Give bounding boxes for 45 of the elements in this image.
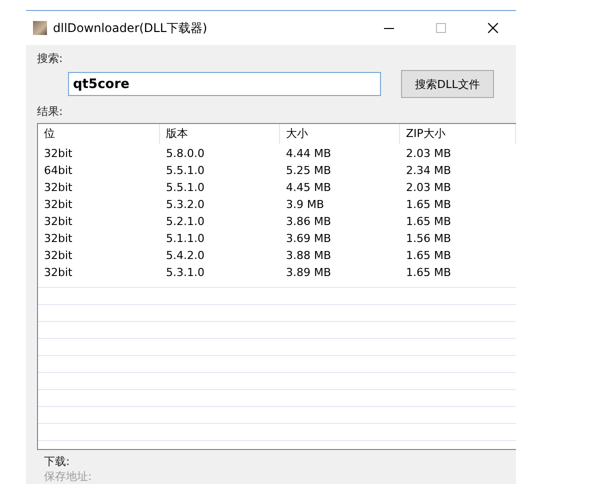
table-cell-text: 32bit: [43, 147, 74, 160]
table-cell-text: 5.3.1.0: [165, 266, 206, 279]
search-label: 搜索:: [37, 51, 64, 66]
search-field[interactable]: qt5core: [68, 72, 381, 96]
table-cell-text: 3.89 MB: [285, 266, 332, 279]
table-cell-text: 2.03 MB: [405, 181, 452, 194]
app-icon: [33, 21, 47, 35]
table-cell-text: 5.3.2.0: [165, 198, 206, 211]
table-cell-text: 5.2.1.0: [165, 215, 206, 228]
table-cell-text: 32bit: [43, 266, 74, 279]
column-header[interactable]: 大小: [280, 124, 400, 144]
column-header[interactable]: 位: [38, 124, 160, 144]
table-cell-text: 64bit: [43, 164, 74, 177]
table-cell-text: 3.88 MB: [285, 249, 332, 262]
table-cell-text: 5.5.1.0: [165, 181, 206, 194]
table-cell-text: 1.65 MB: [405, 198, 452, 211]
table-cell-text: 5.25 MB: [285, 164, 332, 177]
table-cell-text: 1.65 MB: [405, 249, 452, 262]
table-cell-text: 32bit: [43, 232, 74, 245]
column-header[interactable]: 版本: [160, 124, 280, 144]
window-title: dllDownloader(DLL下载器): [53, 20, 208, 36]
close-icon[interactable]: [488, 23, 498, 33]
table-cell-text: 3.86 MB: [285, 215, 332, 228]
table-cell-text: 3.69 MB: [285, 232, 332, 245]
column-header[interactable]: ZIP大小: [400, 124, 516, 144]
table-cell-text: 2.03 MB: [405, 147, 452, 160]
table-cell-text: 32bit: [43, 249, 74, 262]
results-label: 结果:: [37, 104, 64, 119]
table-cell-text: 4.45 MB: [285, 181, 332, 194]
table-cell-text: 32bit: [43, 215, 74, 228]
table-cell-text: 5.1.1.0: [165, 232, 206, 245]
table-cell-text: 32bit: [43, 181, 74, 194]
save-path-label: 保存地址:: [44, 469, 93, 484]
table-cell-text: 1.56 MB: [405, 232, 452, 245]
table-cell-text: 4.44 MB: [285, 147, 332, 160]
download-label: 下载:: [44, 454, 71, 469]
table-cell-text: 1.65 MB: [405, 266, 452, 279]
table-cell-text: 5.4.2.0: [165, 249, 206, 262]
table-cell-text: 3.9 MB: [285, 198, 326, 211]
table-cell-text: 1.65 MB: [405, 215, 452, 228]
table-cell-text: 32bit: [43, 198, 74, 211]
search-button[interactable]: 搜索DLL文件: [401, 70, 494, 98]
table-cell-text: 2.34 MB: [405, 164, 452, 177]
table-cell-text: 5.8.0.0: [165, 147, 206, 160]
table-cell-text: 5.5.1.0: [165, 164, 206, 177]
